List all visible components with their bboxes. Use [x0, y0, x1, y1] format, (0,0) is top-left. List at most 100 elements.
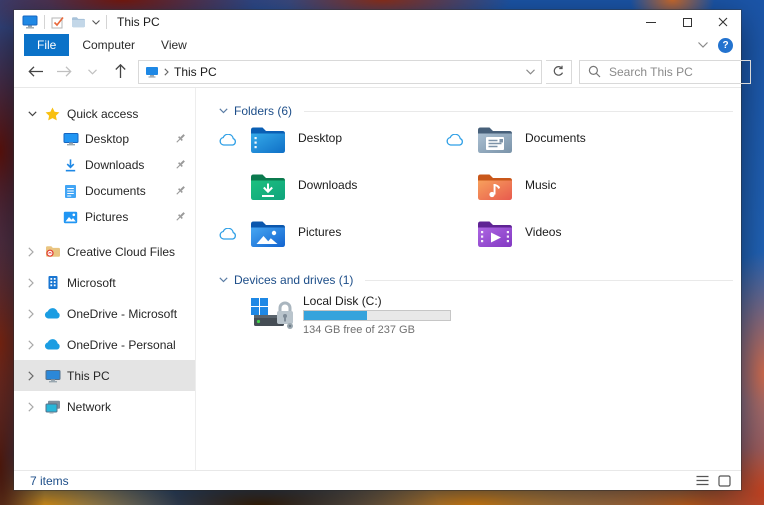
local-disk-icon	[251, 298, 293, 329]
window-title: This PC	[117, 15, 160, 29]
chevron-right-icon[interactable]	[28, 339, 38, 350]
drive-usage-bar	[303, 310, 451, 321]
refresh-button[interactable]	[546, 59, 572, 84]
chevron-right-icon[interactable]	[28, 277, 38, 288]
drive-usage-fill	[304, 311, 367, 320]
sidebar-item-onedrive-personal[interactable]: OneDrive - Personal	[14, 329, 195, 360]
search-icon	[588, 65, 601, 78]
pin-icon	[175, 185, 187, 197]
computer-icon	[44, 369, 61, 383]
folder-label: Documents	[525, 131, 586, 145]
drive-capacity-text: 134 GB free of 237 GB	[303, 324, 415, 336]
onedrive-cloud-icon	[44, 339, 61, 350]
sidebar-item-pictures[interactable]: Pictures	[14, 204, 195, 230]
folder-tile-music[interactable]: Music	[446, 172, 673, 210]
downloads-icon	[62, 158, 79, 173]
sidebar-item-label: Pictures	[85, 210, 129, 224]
folder-tile-videos[interactable]: Videos	[446, 219, 673, 257]
chevron-right-icon[interactable]	[28, 246, 38, 257]
address-dropdown-icon[interactable]	[526, 68, 535, 75]
sidebar-item-creative-cloud-files[interactable]: Creative Cloud Files	[14, 236, 195, 267]
breadcrumb[interactable]: This PC	[174, 65, 217, 79]
sidebar-item-downloads[interactable]: Downloads	[14, 152, 195, 178]
sidebar-item-desktop[interactable]: Desktop	[14, 126, 195, 152]
folder-tile-downloads[interactable]: Downloads	[219, 172, 446, 210]
group-divider	[365, 279, 733, 281]
back-button[interactable]	[24, 60, 48, 84]
group-divider	[304, 110, 733, 112]
group-header-folders[interactable]: Folders (6)	[219, 102, 733, 120]
documents-folder-icon	[478, 127, 512, 153]
search-bar[interactable]	[579, 59, 751, 84]
address-bar[interactable]: This PC	[138, 59, 542, 84]
chevron-down-icon[interactable]	[219, 108, 228, 114]
recent-locations-icon[interactable]	[80, 60, 104, 84]
help-icon[interactable]: ?	[718, 37, 733, 53]
drive-label: Local Disk (C:)	[303, 294, 382, 308]
chevron-down-icon[interactable]	[219, 277, 228, 283]
refresh-icon	[553, 65, 564, 76]
pictures-folder-icon	[251, 221, 285, 247]
window-controls	[633, 10, 741, 34]
onedrive-sync-status-icon	[219, 125, 249, 146]
pin-icon	[175, 133, 187, 145]
chevron-right-icon[interactable]	[28, 370, 38, 381]
tab-computer[interactable]: Computer	[69, 34, 148, 56]
chevron-down-icon[interactable]	[28, 111, 38, 117]
group-label: Folders (6)	[234, 104, 293, 118]
title-bar[interactable]: This PC	[14, 10, 741, 34]
ribbon-tab-bar: File Computer View ?	[14, 34, 741, 56]
sidebar-item-documents[interactable]: Documents	[14, 178, 195, 204]
navigation-pane: Quick access Desktop Downloads Documents…	[14, 88, 196, 470]
documents-icon	[62, 184, 79, 199]
tab-view[interactable]: View	[148, 34, 200, 56]
up-button[interactable]	[108, 60, 132, 84]
onedrive-cloud-icon	[44, 308, 61, 319]
collapse-ribbon-icon[interactable]	[698, 42, 708, 48]
new-folder-icon[interactable]	[71, 16, 86, 28]
cloud-placeholder	[446, 219, 476, 228]
search-input[interactable]	[609, 64, 729, 79]
sidebar-item-quick-access[interactable]: Quick access	[14, 102, 195, 126]
folder-tile-pictures[interactable]: Pictures	[219, 219, 446, 257]
cloud-placeholder	[219, 172, 249, 181]
sidebar-item-label: Network	[67, 399, 112, 414]
minimize-button[interactable]	[633, 10, 669, 34]
status-bar: 7 items	[14, 470, 741, 490]
folder-label: Videos	[525, 225, 562, 239]
close-button[interactable]	[705, 10, 741, 34]
drive-tile-local-disk-c[interactable]: Local Disk (C:) 134 GB free of 237 GB	[249, 293, 733, 336]
group-label: Devices and drives (1)	[234, 273, 354, 287]
sidebar-item-label: OneDrive - Microsoft	[67, 306, 178, 321]
file-list-pane: Folders (6) Desktop Documents Downloads …	[196, 88, 741, 470]
pictures-icon	[62, 211, 79, 224]
network-icon	[44, 400, 61, 414]
details-view-icon[interactable]	[696, 475, 709, 486]
sidebar-item-network[interactable]: Network	[14, 391, 195, 422]
sidebar-item-microsoft[interactable]: Microsoft	[14, 267, 195, 298]
desktop-wallpaper: { "titlebar": { "title": "This PC" }, "r…	[0, 0, 764, 505]
large-icons-view-icon[interactable]	[718, 474, 731, 487]
maximize-icon	[682, 17, 692, 27]
properties-checkbox-icon[interactable]	[51, 16, 65, 29]
file-explorer-window: This PC File Computer View ? This PC Sea…	[14, 10, 751, 490]
folders-grid: Desktop Documents Downloads Music Pictur…	[219, 125, 733, 257]
maximize-button[interactable]	[669, 10, 705, 34]
chevron-right-icon[interactable]	[28, 308, 38, 319]
minimize-icon	[646, 21, 656, 23]
sidebar-item-label: Downloads	[85, 158, 145, 172]
sidebar-item-this-pc[interactable]: This PC	[14, 360, 195, 391]
downloads-folder-icon	[251, 174, 285, 200]
chevron-right-icon[interactable]	[28, 401, 38, 412]
tab-file[interactable]: File	[24, 34, 70, 56]
forward-button[interactable]	[52, 60, 76, 84]
sidebar-item-label: This PC	[67, 368, 110, 383]
folder-tile-desktop[interactable]: Desktop	[219, 125, 446, 163]
computer-icon	[145, 66, 159, 78]
sidebar-item-onedrive-microsoft[interactable]: OneDrive - Microsoft	[14, 298, 195, 329]
group-header-devices[interactable]: Devices and drives (1)	[219, 271, 733, 289]
sidebar-item-label: Creative Cloud Files	[67, 244, 176, 259]
videos-folder-icon	[478, 221, 512, 247]
qat-dropdown-icon[interactable]	[92, 19, 100, 25]
folder-tile-documents[interactable]: Documents	[446, 125, 673, 163]
